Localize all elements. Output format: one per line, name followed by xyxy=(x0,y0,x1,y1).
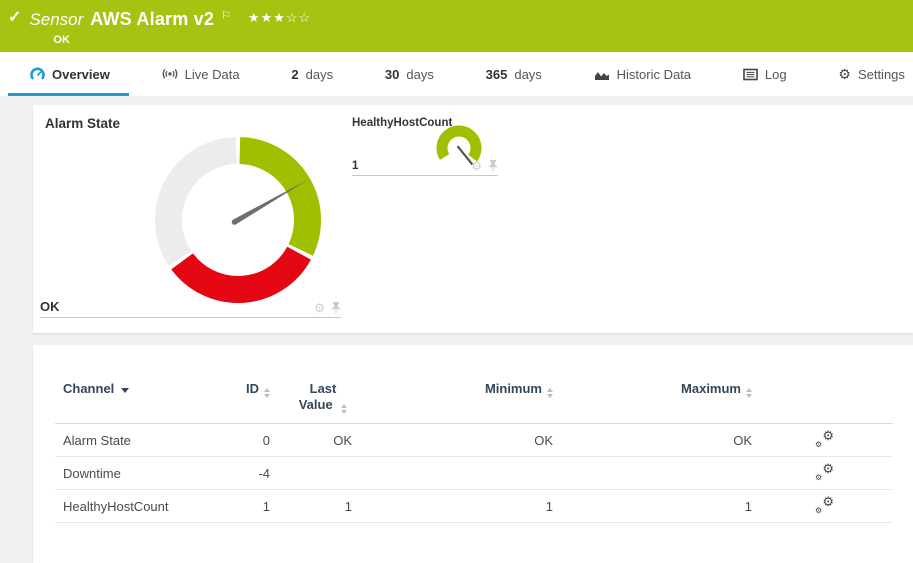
column-header-maximum[interactable]: Maximum xyxy=(553,381,752,398)
alarm-state-value-row: OK ⚙ xyxy=(40,299,341,318)
small-gauge-arc xyxy=(442,131,476,158)
primary-channel-title: Alarm State xyxy=(45,116,120,131)
tab-label: Overview xyxy=(52,67,110,82)
channel-settings-icon[interactable]: ⚙⚙ xyxy=(815,464,834,480)
channel-table-header: Channel ID Last Value Minimum Maximum xyxy=(55,345,893,424)
tab-2-days[interactable]: 2 days xyxy=(291,52,333,96)
gear-icon: ⚙ xyxy=(822,428,834,444)
tab-bar: Overview Live Data 2 days 30 days 365 da… xyxy=(0,52,913,96)
sort-icon xyxy=(341,404,347,414)
tab-365-days[interactable]: 365 days xyxy=(486,52,542,96)
cell-id: -4 xyxy=(213,466,270,481)
ok-check-icon: ✓ xyxy=(8,8,21,28)
cell-channel[interactable]: Alarm State xyxy=(63,433,213,448)
sort-desc-icon xyxy=(121,388,129,393)
pin-icon[interactable] xyxy=(488,159,498,172)
sort-icon xyxy=(746,388,752,398)
tab-30-days[interactable]: 30 days xyxy=(385,52,434,96)
sensor-header: ✓ Sensor AWS Alarm v2 ⚐ ★★★☆☆ OK xyxy=(0,0,913,52)
tab-label: days xyxy=(406,67,433,82)
healthy-host-count-value-row: 1 ⚙ xyxy=(352,159,498,176)
log-list-icon xyxy=(743,68,758,81)
cell-channel[interactable]: Downtime xyxy=(63,466,213,481)
gear-icon: ⚙ xyxy=(815,473,822,482)
tab-settings[interactable]: ⚙ Settings xyxy=(838,52,905,96)
column-header-last-value[interactable]: Last Value xyxy=(270,381,352,414)
cell-minimum: 1 xyxy=(352,499,553,514)
stars-filled: ★★★ xyxy=(248,10,286,25)
cell-minimum: OK xyxy=(352,433,553,448)
tab-label: Settings xyxy=(858,67,905,82)
column-label: Maximum xyxy=(681,381,741,396)
tab-number: 365 xyxy=(486,67,508,82)
sensor-status-text: OK xyxy=(53,34,311,46)
tab-historic-data[interactable]: Historic Data xyxy=(594,52,691,96)
healthy-host-count-value: 1 xyxy=(352,160,358,172)
channel-gear-icon[interactable]: ⚙ xyxy=(471,160,482,172)
sensor-page: ✓ Sensor AWS Alarm v2 ⚐ ★★★☆☆ OK Overvie… xyxy=(0,0,913,563)
channel-table-panel: Channel ID Last Value Minimum Maximum Al… xyxy=(33,345,913,563)
gauge-segment-error xyxy=(182,253,299,289)
priority-stars[interactable]: ★★★☆☆ xyxy=(248,7,311,29)
gear-icon: ⚙ xyxy=(838,67,851,81)
tab-number: 2 xyxy=(291,67,298,82)
sensor-title-block: Sensor AWS Alarm v2 ⚐ ★★★☆☆ OK xyxy=(29,8,311,46)
tab-live-data[interactable]: Live Data xyxy=(162,52,240,96)
table-row[interactable]: Alarm State 0 OK OK OK ⚙⚙ xyxy=(55,424,893,457)
tab-label: days xyxy=(514,67,541,82)
gauge-segment-empty xyxy=(168,151,236,259)
stars-empty: ☆☆ xyxy=(286,10,311,25)
cell-maximum: OK xyxy=(553,433,752,448)
sensor-title: AWS Alarm v2 xyxy=(90,8,214,30)
flag-icon[interactable]: ⚐ xyxy=(221,5,231,27)
area-chart-icon xyxy=(594,68,610,81)
broadcast-icon xyxy=(162,67,178,81)
column-label: Minimum xyxy=(485,381,542,396)
overview-gauges-panel: Alarm State OK ⚙ HealthyHostCount xyxy=(33,105,913,333)
sensor-kind-label: Sensor xyxy=(29,9,83,31)
tab-label: Live Data xyxy=(185,67,240,82)
table-row[interactable]: Downtime -4 ⚙⚙ xyxy=(55,457,893,490)
gear-icon: ⚙ xyxy=(815,440,822,449)
gear-icon: ⚙ xyxy=(815,506,822,515)
cell-id: 0 xyxy=(213,433,270,448)
cell-last-value: OK xyxy=(270,433,352,448)
alarm-state-gauge xyxy=(150,132,326,308)
column-header-minimum[interactable]: Minimum xyxy=(352,381,553,398)
tab-overview[interactable]: Overview xyxy=(30,52,110,96)
pin-icon[interactable] xyxy=(331,301,341,314)
tab-label: Log xyxy=(765,67,787,82)
cell-id: 1 xyxy=(213,499,270,514)
column-header-channel[interactable]: Channel xyxy=(63,381,213,397)
cell-last-value: 1 xyxy=(270,499,352,514)
tab-log[interactable]: Log xyxy=(743,52,787,96)
channel-settings-icon[interactable]: ⚙⚙ xyxy=(815,497,834,513)
alarm-state-value: OK xyxy=(40,299,60,314)
column-label: ID xyxy=(246,381,259,396)
gear-icon: ⚙ xyxy=(822,461,834,477)
cell-maximum: 1 xyxy=(553,499,752,514)
tab-label: Historic Data xyxy=(617,67,691,82)
channel-gear-icon[interactable]: ⚙ xyxy=(314,302,325,314)
cell-channel[interactable]: HealthyHostCount xyxy=(63,499,213,514)
column-label: Channel xyxy=(63,381,114,396)
table-row[interactable]: HealthyHostCount 1 1 1 1 ⚙⚙ xyxy=(55,490,893,523)
gear-icon: ⚙ xyxy=(822,494,834,510)
channel-settings-icon[interactable]: ⚙⚙ xyxy=(815,431,834,447)
tab-number: 30 xyxy=(385,67,399,82)
column-label: Last Value xyxy=(299,381,337,412)
gauge-icon xyxy=(30,67,45,82)
column-header-id[interactable]: ID xyxy=(213,381,270,398)
tab-label: days xyxy=(306,67,333,82)
